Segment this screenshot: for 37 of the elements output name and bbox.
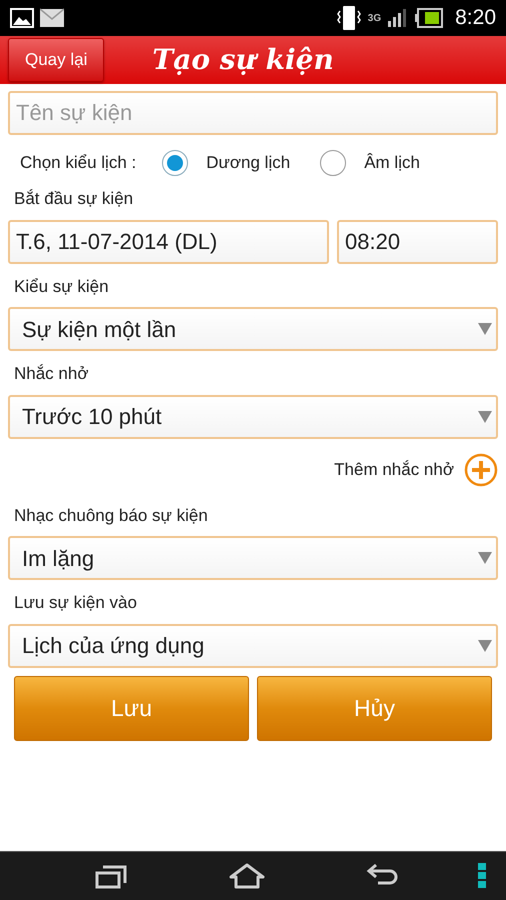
- menu-icon[interactable]: [478, 863, 486, 889]
- add-reminder-label: Thêm nhắc nhở: [334, 458, 454, 481]
- event-name-field[interactable]: Tên sự kiện: [8, 91, 498, 135]
- date-field[interactable]: T.6, 11-07-2014 (DL): [8, 220, 329, 264]
- dropdown[interactable]: Im lặng: [8, 536, 498, 580]
- dropdown-value: Sự kiện một lần: [22, 316, 176, 344]
- dropdown-value: Im lặng: [22, 544, 94, 573]
- vibrate-icon: [336, 4, 362, 32]
- mail-icon: [40, 8, 64, 28]
- radio-label: Âm lịch: [364, 152, 420, 174]
- network-type: 3G: [368, 12, 382, 26]
- recent-apps-icon[interactable]: [95, 863, 127, 889]
- battery-icon: [415, 8, 444, 28]
- home-icon[interactable]: [228, 863, 264, 889]
- field-label: Lưu sự kiện vào: [13, 592, 138, 614]
- dropdown-arrow-icon: [478, 410, 492, 422]
- radio-button[interactable]: [162, 150, 188, 176]
- dropdown-arrow-icon: [478, 552, 492, 564]
- field-label: Nhắc nhở: [13, 363, 90, 385]
- field-label: Bắt đầu sự kiện: [13, 188, 134, 210]
- radio-button[interactable]: [320, 150, 346, 176]
- field-label: Nhạc chuông báo sự kiện: [13, 504, 209, 526]
- dropdown-value: Lịch của ứng dụng: [22, 632, 204, 660]
- status-time: 8:20: [455, 5, 496, 32]
- screen-title: Tạo sự kiện: [152, 42, 334, 78]
- dropdown[interactable]: Trước 10 phút: [8, 394, 498, 438]
- dropdown[interactable]: Lịch của ứng dụng: [8, 624, 498, 668]
- picture-icon: [10, 8, 34, 28]
- radio-label: Dương lịch: [206, 152, 290, 174]
- back-button[interactable]: Quay lại: [8, 38, 104, 82]
- field-label: Kiểu sự kiện: [13, 276, 110, 298]
- time-field[interactable]: 08:20: [337, 220, 498, 264]
- dropdown-value: Trước 10 phút: [22, 403, 162, 431]
- calendar-type-label: Chọn kiểu lịch :: [20, 152, 136, 174]
- dropdown-arrow-icon: [478, 640, 492, 652]
- dropdown-arrow-icon: [478, 323, 492, 335]
- dropdown[interactable]: Sự kiện một lần: [8, 307, 498, 351]
